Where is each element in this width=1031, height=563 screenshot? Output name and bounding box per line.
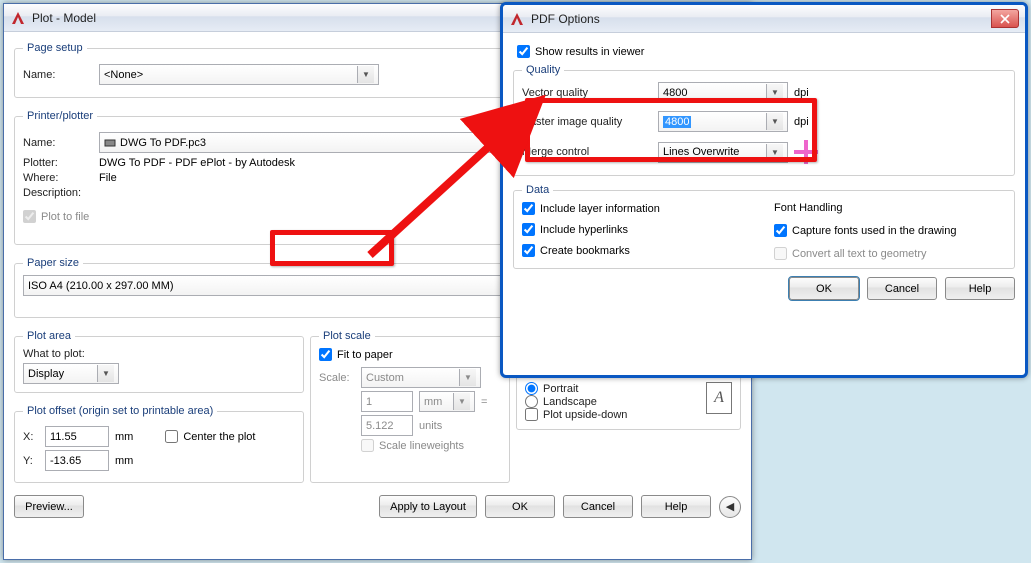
chevron-down-icon: ▼ [766, 113, 783, 130]
plot-offset-group: Plot offset (origin set to printable are… [14, 405, 304, 483]
merge-control-label: Merge control [522, 146, 652, 158]
chevron-down-icon: ▼ [459, 369, 476, 386]
what-to-plot-label: What to plot: [23, 348, 85, 360]
autocad-icon [509, 11, 525, 27]
offset-x-unit: mm [115, 431, 133, 443]
offset-y-unit: mm [115, 455, 133, 467]
plot-to-file-checkbox: Plot to file [23, 210, 89, 223]
quality-legend: Quality [522, 64, 564, 76]
apply-to-layout-button[interactable]: Apply to Layout [379, 495, 477, 518]
orientation-icon: A [706, 382, 732, 414]
expand-dialog-button[interactable]: ◀ [719, 496, 741, 518]
fit-to-paper-checkbox[interactable]: Fit to paper [319, 348, 501, 361]
raster-dpi-label: dpi [794, 116, 824, 128]
portrait-radio[interactable]: Portrait [525, 382, 698, 395]
scale-den-unit: units [419, 420, 442, 432]
plotter-label: Plotter: [23, 157, 93, 169]
raster-quality-combo[interactable]: 4800▼ [658, 111, 788, 132]
convert-text-checkbox: Convert all text to geometry [774, 247, 1006, 260]
plot-offset-legend: Plot offset (origin set to printable are… [23, 405, 217, 417]
include-layer-checkbox[interactable]: Include layer information [522, 202, 754, 215]
offset-x-label: X: [23, 431, 39, 443]
paper-size-legend: Paper size [23, 257, 83, 269]
plot-scale-legend: Plot scale [319, 330, 375, 342]
page-name-combo[interactable]: <None>▼ [99, 64, 379, 85]
chevron-down-icon: ▼ [357, 66, 374, 83]
include-hyperlinks-checkbox[interactable]: Include hyperlinks [522, 223, 754, 236]
scale-num-input [361, 391, 413, 412]
chevron-down-icon: ▼ [97, 365, 114, 382]
merge-icon [794, 140, 818, 164]
what-to-plot-combo[interactable]: Display▼ [23, 363, 119, 384]
where-label: Where: [23, 172, 93, 184]
plot-help-button[interactable]: Help [641, 495, 711, 518]
plot-area-group: Plot area What to plot: Display▼ [14, 330, 304, 393]
autocad-icon [10, 10, 26, 26]
quality-group: Quality Vector quality 4800▼ dpi Raster … [513, 64, 1015, 176]
show-results-checkbox[interactable]: Show results in viewer [517, 45, 1011, 58]
pdf-ok-button[interactable]: OK [789, 277, 859, 300]
scale-label: Scale: [319, 372, 355, 384]
printer-name-label: Name: [23, 137, 93, 149]
pdf-help-button[interactable]: Help [945, 277, 1015, 300]
upside-down-checkbox[interactable]: Plot upside-down [525, 408, 698, 421]
vector-quality-label: Vector quality [522, 87, 652, 99]
data-group: Data Include layer information Include h… [513, 184, 1015, 269]
plotter-value: DWG To PDF - PDF ePlot - by Autodesk [99, 157, 295, 169]
capture-fonts-checkbox[interactable]: Capture fonts used in the drawing [774, 224, 1006, 237]
scale-equals: = [481, 396, 487, 408]
scale-den-input [361, 415, 413, 436]
scale-lineweights-checkbox: Scale lineweights [361, 439, 464, 452]
plotter-icon [104, 137, 116, 149]
pdf-options-dialog: PDF Options Show results in viewer Quali… [500, 2, 1028, 378]
landscape-radio[interactable]: Landscape [525, 395, 698, 408]
plot-area-legend: Plot area [23, 330, 75, 342]
pdf-titlebar[interactable]: PDF Options [503, 5, 1025, 33]
close-button[interactable] [991, 9, 1019, 28]
plot-cancel-button[interactable]: Cancel [563, 495, 633, 518]
page-name-label: Name: [23, 69, 93, 81]
offset-y-input[interactable] [45, 450, 109, 471]
description-label: Description: [23, 187, 93, 199]
plot-scale-group: Plot scale Fit to paper Scale: Custom▼ m… [310, 330, 510, 483]
printer-legend: Printer/plotter [23, 110, 97, 122]
plot-ok-button[interactable]: OK [485, 495, 555, 518]
scale-combo: Custom▼ [361, 367, 481, 388]
create-bookmarks-checkbox[interactable]: Create bookmarks [522, 244, 754, 257]
where-value: File [99, 172, 117, 184]
merge-control-combo[interactable]: Lines Overwrite▼ [658, 142, 788, 163]
vector-dpi-label: dpi [794, 87, 824, 99]
offset-x-input[interactable] [45, 426, 109, 447]
data-legend: Data [522, 184, 553, 196]
scale-unit-combo: mm▼ [419, 391, 475, 412]
chevron-down-icon: ▼ [766, 144, 783, 161]
font-handling-label: Font Handling [774, 202, 1006, 214]
pdf-cancel-button[interactable]: Cancel [867, 277, 937, 300]
chevron-down-icon: ▼ [453, 393, 470, 410]
vector-quality-combo[interactable]: 4800▼ [658, 82, 788, 103]
raster-quality-label: Raster image quality [522, 116, 652, 128]
pdf-title: PDF Options [531, 12, 991, 26]
close-icon [1000, 14, 1010, 24]
page-setup-legend: Page setup [23, 42, 87, 54]
offset-y-label: Y: [23, 455, 39, 467]
printer-name-combo[interactable]: DWG To PDF.pc3 ▼ [99, 132, 554, 153]
preview-button[interactable]: Preview... [14, 495, 84, 518]
center-plot-checkbox[interactable]: Center the plot [165, 430, 255, 443]
chevron-down-icon: ▼ [766, 84, 783, 101]
